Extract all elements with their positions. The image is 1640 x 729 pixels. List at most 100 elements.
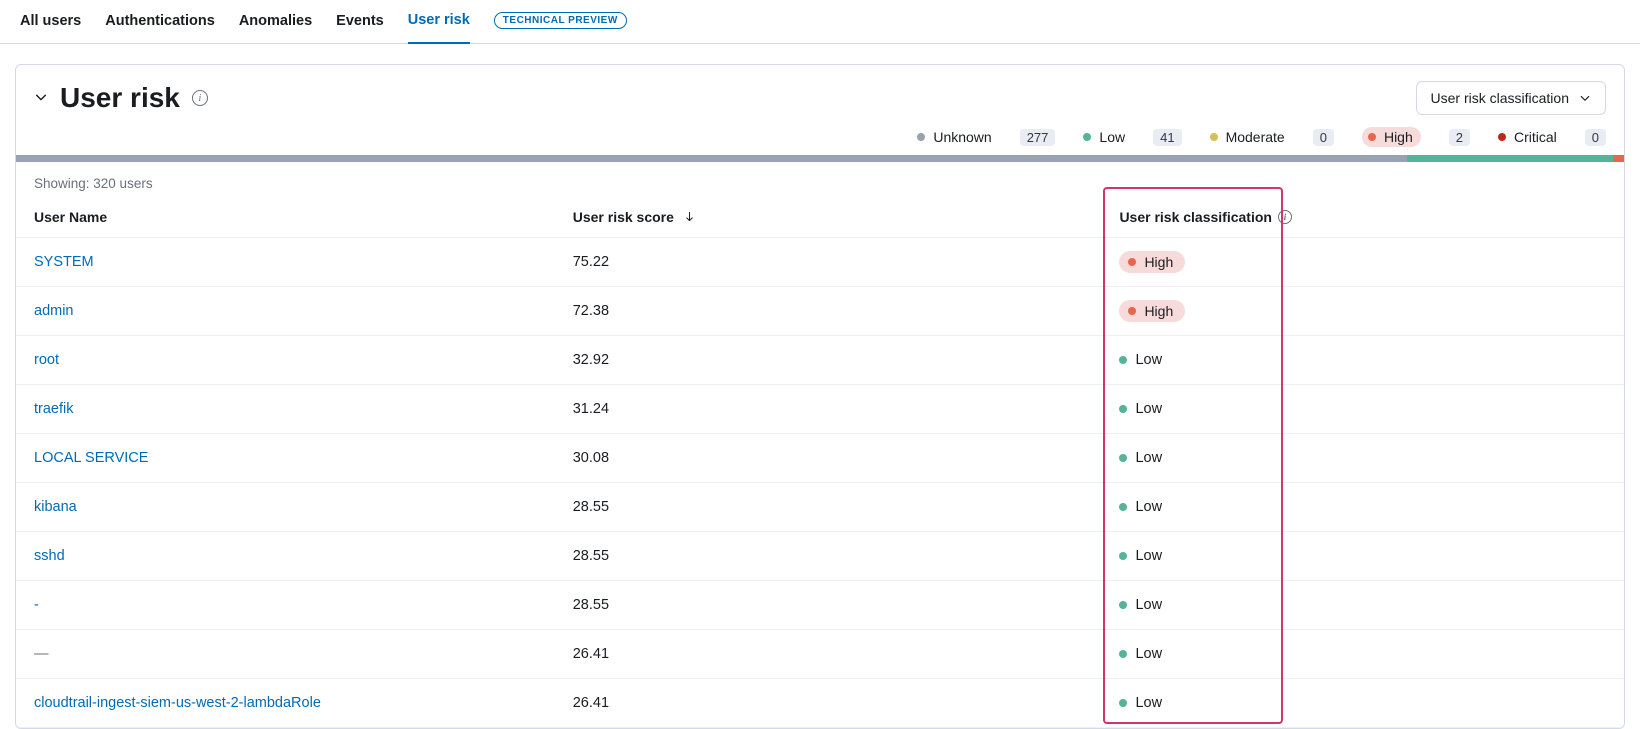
table-row: sshd28.55 Low bbox=[16, 532, 1624, 581]
table-row: cloudtrail-ingest-siem-us-west-2-lambdaR… bbox=[16, 679, 1624, 728]
classification-label: Low bbox=[1135, 695, 1162, 711]
table-wrapper: User Name User risk score User risk clas… bbox=[16, 197, 1624, 728]
legend-dot-icon bbox=[1368, 133, 1376, 141]
legend-count: 2 bbox=[1449, 129, 1470, 146]
tab-bar: All users Authentications Anomalies Events U… bbox=[0, 0, 1640, 44]
user-name-link[interactable]: LOCAL SERVICE bbox=[16, 434, 563, 483]
legend-count: 41 bbox=[1153, 129, 1181, 146]
classification-dot-icon bbox=[1119, 552, 1127, 560]
table-row: kibana28.55Low bbox=[16, 483, 1624, 532]
showing-text: Showing: 320 users bbox=[16, 162, 1624, 197]
classification-dot-icon bbox=[1119, 405, 1127, 413]
table-row: LOCAL SERVICE30.08 Low bbox=[16, 434, 1624, 483]
table-row: —26.41 Low bbox=[16, 630, 1624, 679]
user-name-link: — bbox=[16, 630, 563, 679]
user-name-link[interactable]: root bbox=[16, 336, 563, 385]
legend-label: High bbox=[1384, 129, 1413, 145]
legend-dot-icon bbox=[1210, 133, 1218, 141]
user-name-link[interactable]: traefik bbox=[16, 385, 563, 434]
legend-item-high[interactable]: High bbox=[1362, 127, 1421, 147]
col-header-score[interactable]: User risk score bbox=[563, 197, 1110, 238]
risk-score-cell: 72.38 bbox=[563, 287, 1110, 336]
tab-user-risk[interactable]: User risk bbox=[408, 12, 470, 44]
user-name-link[interactable]: kibana bbox=[16, 483, 563, 532]
risk-score-cell: 28.55 bbox=[563, 581, 1110, 630]
risk-classification-cell: Low bbox=[1109, 336, 1624, 385]
classification-label: High bbox=[1144, 303, 1173, 319]
risk-score-cell: 32.92 bbox=[563, 336, 1110, 385]
legend-count: 0 bbox=[1313, 129, 1334, 146]
classification-label: Low bbox=[1135, 450, 1162, 466]
classification-dot-icon bbox=[1119, 356, 1127, 364]
table-row: -28.55 Low bbox=[16, 581, 1624, 630]
tab-events[interactable]: Events bbox=[336, 13, 384, 43]
distribution-segment bbox=[16, 155, 1407, 162]
col-header-classification[interactable]: User risk classification i bbox=[1109, 197, 1624, 238]
info-icon[interactable]: i bbox=[192, 90, 208, 106]
legend-item-critical[interactable]: Critical bbox=[1498, 129, 1557, 145]
user-risk-table: User Name User risk score User risk clas… bbox=[16, 197, 1624, 728]
user-name-link[interactable]: sshd bbox=[16, 532, 563, 581]
user-name-link[interactable]: - bbox=[16, 581, 563, 630]
legend-item-low[interactable]: Low bbox=[1083, 129, 1125, 145]
risk-classification-cell: Low bbox=[1109, 434, 1624, 483]
table-row: traefik31.24 Low bbox=[16, 385, 1624, 434]
user-name-link[interactable]: admin bbox=[16, 287, 563, 336]
risk-score-cell: 31.24 bbox=[563, 385, 1110, 434]
classification-label: High bbox=[1144, 254, 1173, 270]
classification-dot-icon bbox=[1119, 503, 1127, 511]
tab-anomalies[interactable]: Anomalies bbox=[239, 13, 312, 43]
distribution-segment bbox=[1613, 155, 1624, 162]
legend-count: 0 bbox=[1585, 129, 1606, 146]
risk-score-cell: 30.08 bbox=[563, 434, 1110, 483]
legend-item-unknown[interactable]: Unknown bbox=[917, 129, 991, 145]
info-icon[interactable]: i bbox=[1278, 210, 1292, 224]
legend-count: 277 bbox=[1020, 129, 1056, 146]
tab-authentications[interactable]: Authentications bbox=[105, 13, 215, 43]
chevron-down-icon[interactable] bbox=[34, 90, 48, 107]
user-name-link[interactable]: SYSTEM bbox=[16, 238, 563, 287]
distribution-bar bbox=[16, 155, 1624, 162]
risk-classification-cell: High bbox=[1109, 287, 1624, 336]
classification-dot-icon bbox=[1119, 650, 1127, 658]
legend-dot-icon bbox=[1083, 133, 1091, 141]
classification-label: Low bbox=[1135, 646, 1162, 662]
distribution-segment bbox=[1407, 155, 1613, 162]
legend-label: Moderate bbox=[1226, 129, 1285, 145]
user-risk-panel: User risk i User risk classification Unk… bbox=[15, 64, 1625, 729]
risk-classification-cell: Low bbox=[1109, 630, 1624, 679]
risk-classification-cell: Low bbox=[1109, 385, 1624, 434]
legend-row: Unknown 277 Low 41 Moderate 0 High 2 Critical 0 bbox=[16, 127, 1624, 155]
col-header-classif-label: User risk classification bbox=[1119, 209, 1272, 225]
panel-header: User risk i User risk classification bbox=[16, 81, 1624, 127]
risk-classification-cell: Low bbox=[1109, 581, 1624, 630]
risk-score-cell: 75.22 bbox=[563, 238, 1110, 287]
risk-score-cell: 26.41 bbox=[563, 679, 1110, 728]
classification-dropdown[interactable]: User risk classification bbox=[1416, 81, 1606, 115]
legend-dot-icon bbox=[1498, 133, 1506, 141]
table-row: root32.92 Low bbox=[16, 336, 1624, 385]
risk-score-cell: 26.41 bbox=[563, 630, 1110, 679]
classification-label: Low bbox=[1135, 401, 1162, 417]
dropdown-label: User risk classification bbox=[1431, 90, 1569, 106]
panel-title: User risk bbox=[60, 82, 180, 114]
risk-classification-cell: Low bbox=[1109, 679, 1624, 728]
risk-score-cell: 28.55 bbox=[563, 532, 1110, 581]
tab-all-users[interactable]: All users bbox=[20, 13, 81, 43]
risk-classification-cell: Low bbox=[1109, 532, 1624, 581]
classification-label: Low bbox=[1135, 597, 1162, 613]
classification-dot-icon bbox=[1128, 307, 1136, 315]
classification-dot-icon bbox=[1119, 699, 1127, 707]
risk-classification-cell: High bbox=[1109, 238, 1624, 287]
risk-classification-cell: Low bbox=[1109, 483, 1624, 532]
classification-dot-icon bbox=[1119, 601, 1127, 609]
table-row: SYSTEM75.22 High bbox=[16, 238, 1624, 287]
col-header-name[interactable]: User Name bbox=[16, 197, 563, 238]
legend-item-moderate[interactable]: Moderate bbox=[1210, 129, 1285, 145]
legend-label: Critical bbox=[1514, 129, 1557, 145]
classification-label: Low bbox=[1135, 352, 1162, 368]
classification-label: Low bbox=[1135, 548, 1162, 564]
table-row: admin72.38 High bbox=[16, 287, 1624, 336]
user-name-link[interactable]: cloudtrail-ingest-siem-us-west-2-lambdaR… bbox=[16, 679, 563, 728]
legend-dot-icon bbox=[917, 133, 925, 141]
